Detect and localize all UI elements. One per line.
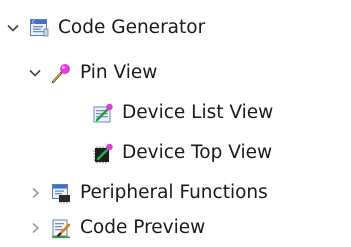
tree-item-device-list-view[interactable]: Device List View (92, 96, 273, 130)
chevron-down-icon[interactable] (28, 66, 42, 80)
tree-item-label: Device List View (122, 102, 274, 123)
code-preview-icon (50, 217, 72, 239)
project-tree: C Code Generator Pin View Device List Vi… (0, 0, 351, 247)
device-top-view-icon (92, 142, 114, 164)
tree-item-label: Code Preview (80, 217, 206, 238)
code-generator-icon: C (28, 17, 50, 39)
tree-item-label: Code Generator (58, 17, 206, 38)
pin-view-icon (50, 62, 72, 84)
chevron-right-icon[interactable] (28, 221, 42, 235)
tree-item-device-top-view[interactable]: Device Top View (92, 136, 272, 170)
svg-text:C: C (32, 20, 35, 26)
device-list-view-icon (92, 102, 114, 124)
tree-item-label: Pin View (80, 62, 158, 83)
tree-item-pin-view[interactable]: Pin View (28, 56, 157, 90)
tree-item-code-preview[interactable]: Code Preview (28, 211, 205, 245)
peripheral-functions-icon (50, 182, 72, 204)
chevron-down-icon[interactable] (6, 21, 20, 35)
tree-item-code-generator[interactable]: C Code Generator (6, 11, 205, 45)
tree-item-peripheral-functions[interactable]: Peripheral Functions (28, 176, 268, 210)
tree-item-label: Device Top View (122, 142, 273, 163)
tree-item-label: Peripheral Functions (80, 182, 268, 203)
chevron-right-icon[interactable] (28, 186, 42, 200)
